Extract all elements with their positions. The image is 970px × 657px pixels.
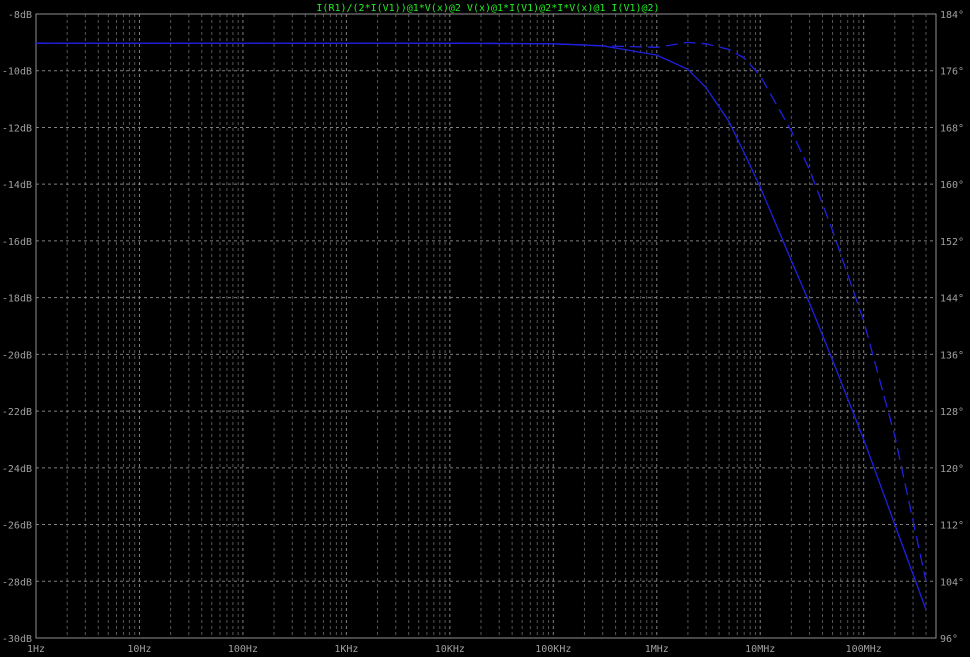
y-right-tick-label: 160° xyxy=(940,180,964,191)
y-right-tick-label: 112° xyxy=(940,521,964,532)
x-tick-label: 1MHz xyxy=(645,644,669,655)
y-left-tick-label: -30dB xyxy=(2,634,32,645)
y-left-tick-label: -12dB xyxy=(2,123,32,134)
y-left-tick-label: -8dB xyxy=(8,10,32,21)
y-right-tick-labels: 184° 176° 168° 160° 152° 144° 136° 128° 120° 112°… xyxy=(940,10,964,645)
x-tick-label: 1Hz xyxy=(27,644,45,655)
y-right-tick-label: 168° xyxy=(940,123,964,134)
y-left-tick-label: -24dB xyxy=(2,464,32,475)
y-right-tick-label: 184° xyxy=(940,10,964,21)
y-right-tick-label: 176° xyxy=(940,67,964,78)
y-right-tick-label: 136° xyxy=(940,350,964,361)
y-left-tick-label: -16dB xyxy=(2,237,32,248)
y-left-tick-labels: -8dB -10dB -12dB -14dB -16dB -18dB -20dB -22dB -… xyxy=(2,10,32,645)
chart-title: I(R1)/(2*I(V1))@1*V(x)@2 V(x)@1*I(V1)@2*… xyxy=(316,3,659,14)
x-tick-label: 100Hz xyxy=(228,644,258,655)
y-right-tick-label: 128° xyxy=(940,407,964,418)
x-tick-label: 100MHz xyxy=(846,644,882,655)
x-tick-label: 10Hz xyxy=(127,644,151,655)
y-left-tick-label: -26dB xyxy=(2,521,32,532)
y-left-tick-label: -10dB xyxy=(2,67,32,78)
x-tick-label: 100KHz xyxy=(535,644,571,655)
y-right-tick-label: 120° xyxy=(940,464,964,475)
bode-plot: 1Hz 10Hz 100Hz 1KHz 10KHz 100KHz 1MHz 10MHz 100M… xyxy=(2,3,964,655)
y-right-tick-label: 104° xyxy=(940,577,964,588)
x-tick-label: 10MHz xyxy=(745,644,775,655)
x-tick-label: 1KHz xyxy=(334,644,358,655)
y-right-tick-label: 96° xyxy=(940,634,958,645)
x-tick-labels: 1Hz 10Hz 100Hz 1KHz 10KHz 100KHz 1MHz 10MHz 100M… xyxy=(27,644,882,655)
y-left-tick-label: -20dB xyxy=(2,350,32,361)
grid xyxy=(36,14,936,638)
y-left-tick-label: -22dB xyxy=(2,407,32,418)
y-right-tick-label: 144° xyxy=(940,294,964,305)
x-tick-label: 10KHz xyxy=(435,644,465,655)
y-right-tick-label: 152° xyxy=(940,237,964,248)
y-left-tick-label: -28dB xyxy=(2,577,32,588)
y-left-tick-label: -18dB xyxy=(2,294,32,305)
y-left-tick-label: -14dB xyxy=(2,180,32,191)
